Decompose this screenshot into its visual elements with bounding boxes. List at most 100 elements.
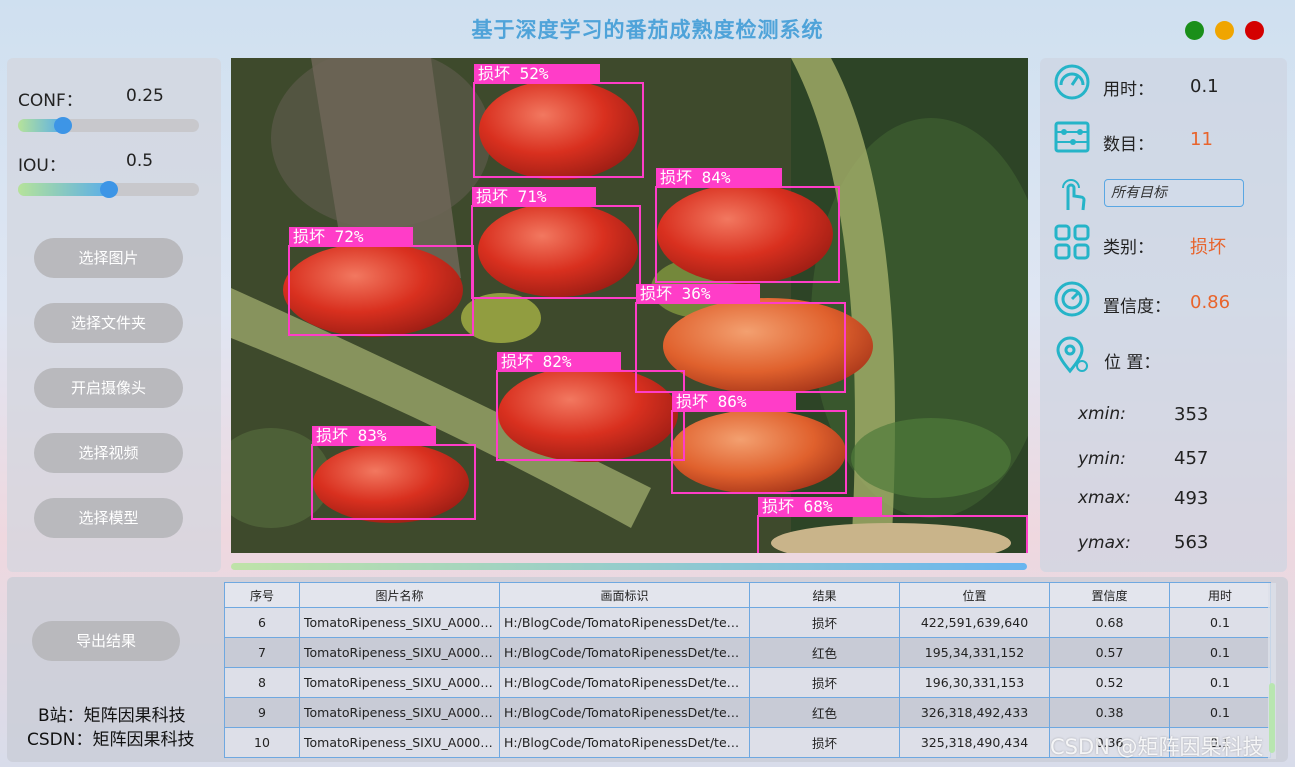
detection-label: 损坏 71% — [476, 187, 547, 206]
table-cell: TomatoRipeness_SIXU_A0001... — [299, 697, 500, 728]
category-value: 损坏 — [1190, 237, 1226, 258]
ymax-label: ymax: — [1078, 533, 1131, 553]
table-cell: 0.38 — [1049, 697, 1170, 728]
control-panel: CONF： 0.25 IOU： 0.5 选择图片 选择文件夹 开启摄像头 选择视… — [7, 58, 221, 572]
iou-slider[interactable] — [18, 181, 199, 198]
confidence-label: 置信度： — [1103, 297, 1171, 317]
iou-slider-handle[interactable] — [99, 181, 118, 198]
detection-canvas: 损坏 52% 损坏 71% 损坏 84% 损坏 72% 损坏 36% 损坏 82… — [231, 58, 1028, 553]
table-cell: H:/BlogCode/TomatoRipenessDet/tes... — [499, 697, 750, 728]
time-label: 用时： — [1103, 80, 1154, 100]
bilibili-credit: B站：矩阵因果科技 — [38, 706, 186, 726]
xmin-value: 353 — [1174, 404, 1209, 425]
speedometer-icon — [1054, 64, 1090, 100]
playback-progress-bar[interactable] — [231, 563, 1027, 570]
tap-hand-icon — [1062, 179, 1086, 211]
iou-row: IOU： 0.5 — [18, 151, 153, 176]
table-cell: TomatoRipeness_SIXU_A0001... — [299, 637, 500, 668]
select-image-button[interactable]: 选择图片 — [34, 238, 183, 278]
detection-label: 损坏 86% — [676, 392, 747, 411]
xmax-value: 493 — [1174, 488, 1209, 509]
target-select[interactable]: 所有目标 — [1104, 179, 1244, 207]
select-video-button[interactable]: 选择视频 — [34, 433, 183, 473]
table-scrollbar-thumb[interactable] — [1269, 683, 1275, 753]
location-pin-icon — [1056, 336, 1088, 374]
table-cell: 0.1 — [1169, 637, 1271, 668]
ymin-label: ymin: — [1078, 449, 1126, 469]
conf-slider[interactable] — [18, 117, 199, 134]
conf-value: 0.25 — [126, 86, 164, 106]
table-cell: 6 — [224, 607, 300, 638]
detection-label: 损坏 84% — [660, 168, 731, 187]
table-cell: TomatoRipeness_SIXU_A0001... — [299, 607, 500, 638]
minimize-button[interactable] — [1215, 21, 1234, 40]
detection-label: 损坏 36% — [640, 284, 711, 303]
confidence-value: 0.86 — [1190, 292, 1231, 313]
ymax-value: 563 — [1174, 532, 1209, 553]
maximize-button[interactable] — [1185, 21, 1204, 40]
table-cell: TomatoRipeness_SIXU_A0001... — [299, 667, 500, 698]
xmin-label: xmin: — [1078, 404, 1126, 424]
table-row[interactable]: 6 TomatoRipeness_SIXU_A0001... H:/BlogCo… — [224, 607, 1271, 638]
detection-label: 损坏 82% — [501, 352, 572, 371]
table-cell: 422,591,639,640 — [899, 607, 1050, 638]
table-header-row: 序号 图片名称 画面标识 结果 位置 置信度 用时 — [224, 582, 1271, 608]
iou-label: IOU： — [18, 156, 66, 176]
conf-slider-handle[interactable] — [54, 117, 73, 134]
select-folder-button[interactable]: 选择文件夹 — [34, 303, 183, 343]
column-header[interactable]: 序号 — [224, 582, 300, 608]
table-cell: 0.1 — [1169, 697, 1271, 728]
iou-value: 0.5 — [126, 151, 154, 171]
table-cell: 326,318,492,433 — [899, 697, 1050, 728]
table-cell: 红色 — [749, 637, 900, 668]
table-cell: 7 — [224, 637, 300, 668]
count-label: 数目： — [1103, 135, 1154, 155]
category-grid-icon — [1054, 224, 1090, 260]
table-scrollbar[interactable] — [1268, 583, 1276, 759]
table-cell: 损坏 — [749, 727, 900, 758]
abacus-icon — [1054, 121, 1090, 153]
table-row[interactable]: 7 TomatoRipeness_SIXU_A0001... H:/BlogCo… — [224, 637, 1271, 668]
column-header[interactable]: 图片名称 — [299, 582, 500, 608]
conf-row: CONF： 0.25 — [18, 86, 164, 111]
export-results-button[interactable]: 导出结果 — [32, 621, 180, 661]
watermark: CSDN @矩阵因果科技 — [1050, 735, 1264, 759]
conf-label: CONF： — [18, 91, 83, 111]
table-cell: TomatoRipeness_SIXU_A0001... — [299, 727, 500, 758]
csdn-credit: CSDN：矩阵因果科技 — [27, 730, 195, 750]
column-header[interactable]: 画面标识 — [499, 582, 750, 608]
category-label: 类别： — [1103, 238, 1154, 258]
column-header[interactable]: 置信度 — [1049, 582, 1170, 608]
table-cell: 红色 — [749, 697, 900, 728]
table-cell: H:/BlogCode/TomatoRipenessDet/tes... — [499, 667, 750, 698]
select-model-button[interactable]: 选择模型 — [34, 498, 183, 538]
open-camera-button[interactable]: 开启摄像头 — [34, 368, 183, 408]
table-cell: 0.1 — [1169, 607, 1271, 638]
column-header[interactable]: 位置 — [899, 582, 1050, 608]
table-cell: 0.1 — [1169, 667, 1271, 698]
count-value: 11 — [1190, 129, 1213, 150]
table-cell: H:/BlogCode/TomatoRipenessDet/tes... — [499, 607, 750, 638]
gauge-icon — [1054, 281, 1090, 317]
table-cell: 325,318,490,434 — [899, 727, 1050, 758]
detection-label: 损坏 68% — [762, 497, 833, 516]
table-cell: 196,30,331,153 — [899, 667, 1050, 698]
table-cell: H:/BlogCode/TomatoRipenessDet/tes... — [499, 637, 750, 668]
table-cell: 10 — [224, 727, 300, 758]
app-title: 基于深度学习的番茄成熟度检测系统 — [471, 17, 824, 42]
table-cell: 0.52 — [1049, 667, 1170, 698]
xmax-label: xmax: — [1078, 488, 1131, 508]
close-button[interactable] — [1245, 21, 1264, 40]
position-label: 位 置： — [1104, 353, 1161, 373]
table-row[interactable]: 8 TomatoRipeness_SIXU_A0001... H:/BlogCo… — [224, 667, 1271, 698]
table-row[interactable]: 9 TomatoRipeness_SIXU_A0001... H:/BlogCo… — [224, 697, 1271, 728]
column-header[interactable]: 结果 — [749, 582, 900, 608]
iou-slider-fill — [18, 183, 109, 196]
detection-label: 损坏 72% — [293, 227, 364, 246]
column-header[interactable]: 用时 — [1169, 582, 1271, 608]
table-cell: 8 — [224, 667, 300, 698]
ymin-value: 457 — [1174, 448, 1209, 469]
detection-label: 损坏 83% — [316, 426, 387, 445]
detection-image-view: 损坏 52% 损坏 71% 损坏 84% 损坏 72% 损坏 36% 损坏 82… — [231, 58, 1028, 553]
table-cell: 0.68 — [1049, 607, 1170, 638]
